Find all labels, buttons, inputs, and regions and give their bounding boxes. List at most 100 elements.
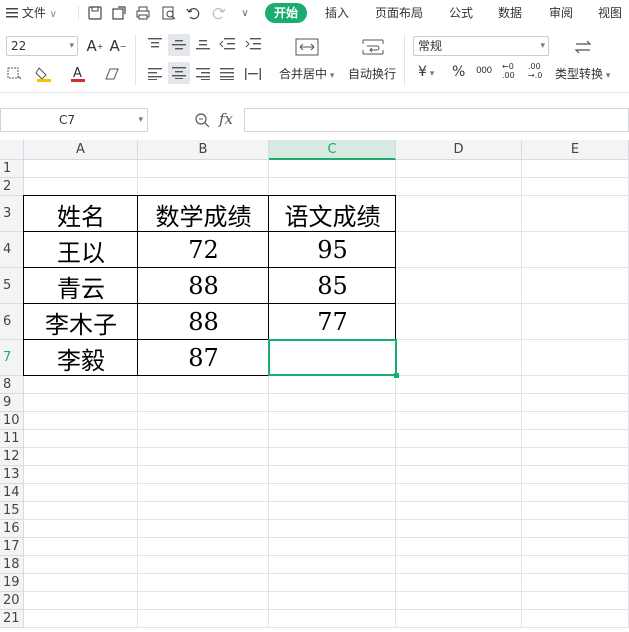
grid-cell[interactable] — [138, 556, 269, 574]
grid-cell[interactable] — [522, 574, 629, 592]
grid-cell[interactable] — [24, 610, 138, 628]
row-header[interactable]: 6 — [0, 304, 24, 340]
column-header-d[interactable]: D — [396, 140, 522, 160]
percent-format-button[interactable]: % — [452, 64, 465, 80]
grid-cell[interactable] — [396, 232, 522, 268]
font-color-icon[interactable]: A — [66, 64, 90, 84]
save-icon[interactable] — [86, 4, 104, 22]
align-bottom-icon[interactable] — [192, 34, 214, 54]
row-header[interactable]: 1 — [0, 160, 24, 178]
grid-cell[interactable] — [396, 304, 522, 340]
align-right-icon[interactable] — [192, 64, 214, 84]
wrap-text-button[interactable]: 自动换行 — [348, 65, 396, 82]
decrease-indent-icon[interactable] — [216, 34, 238, 54]
file-menu[interactable]: 文件 ∨ — [6, 0, 57, 26]
fill-handle[interactable] — [394, 373, 399, 378]
grid-cell[interactable] — [269, 610, 396, 628]
grid-cell[interactable] — [522, 340, 629, 376]
grid-cell[interactable] — [24, 394, 138, 412]
row-header[interactable]: 13 — [0, 466, 24, 484]
type-convert-button[interactable]: 类型转换 ▾ — [555, 65, 610, 82]
border-icon[interactable] — [4, 64, 26, 84]
table-cell[interactable]: 87 — [138, 340, 269, 376]
wrap-text-icon[interactable] — [358, 36, 388, 58]
grid-cell[interactable] — [396, 178, 522, 196]
grid-cell[interactable] — [396, 610, 522, 628]
grid-cell[interactable] — [396, 448, 522, 466]
merge-center-button[interactable]: 合并居中 ▾ — [279, 65, 334, 82]
grid-cell[interactable] — [522, 610, 629, 628]
grid-cell[interactable] — [396, 466, 522, 484]
row-header[interactable]: 7 — [0, 340, 24, 376]
grid-cell[interactable] — [24, 160, 138, 178]
active-cell-selection[interactable] — [268, 339, 397, 376]
row-header[interactable]: 9 — [0, 394, 24, 412]
column-header-a[interactable]: A — [24, 140, 138, 160]
table-header-cell[interactable]: 数学成绩 — [138, 196, 269, 232]
name-box[interactable]: C7 ▾ — [0, 108, 148, 132]
grid-cell[interactable] — [138, 502, 269, 520]
grid-cell[interactable] — [269, 466, 396, 484]
merge-center-icon[interactable] — [292, 36, 322, 58]
grid-cell[interactable] — [138, 412, 269, 430]
grid-cell[interactable] — [24, 574, 138, 592]
row-header[interactable]: 19 — [0, 574, 24, 592]
zoom-search-icon[interactable] — [192, 110, 212, 130]
grid-cell[interactable] — [396, 340, 522, 376]
table-cell[interactable]: 王以 — [24, 232, 138, 268]
grid-cell[interactable] — [269, 178, 396, 196]
grid-cell[interactable] — [138, 448, 269, 466]
grid-cell[interactable] — [522, 412, 629, 430]
grid-cell[interactable] — [522, 484, 629, 502]
grid-cell[interactable] — [138, 376, 269, 394]
align-middle-icon[interactable] — [168, 34, 190, 56]
tab-view[interactable]: 视图 — [598, 0, 622, 26]
grid-cell[interactable] — [522, 268, 629, 304]
grid-cell[interactable] — [24, 520, 138, 538]
row-header[interactable]: 12 — [0, 448, 24, 466]
distributed-align-icon[interactable] — [242, 64, 264, 84]
grid-cell[interactable] — [522, 448, 629, 466]
undo-icon[interactable] — [184, 4, 202, 22]
grid-cell[interactable] — [138, 574, 269, 592]
row-header[interactable]: 10 — [0, 412, 24, 430]
currency-format-button[interactable]: ¥ ▾ — [418, 64, 434, 80]
font-size-select[interactable]: 22 ▾ — [6, 36, 78, 56]
justify-icon[interactable] — [216, 64, 238, 84]
grid-cell[interactable] — [269, 538, 396, 556]
table-cell[interactable]: 72 — [138, 232, 269, 268]
grid-cell[interactable] — [522, 556, 629, 574]
grid-cell[interactable] — [138, 610, 269, 628]
grid-cell[interactable] — [522, 592, 629, 610]
decrease-decimal-button[interactable]: .00 →.0 — [528, 62, 548, 80]
row-header[interactable]: 3 — [0, 196, 24, 232]
grid-cell[interactable] — [24, 502, 138, 520]
grid-cell[interactable] — [396, 592, 522, 610]
formula-input[interactable] — [244, 108, 629, 132]
grid-cell[interactable] — [138, 160, 269, 178]
tab-page-layout[interactable]: 页面布局 — [375, 0, 423, 26]
table-cell[interactable]: 青云 — [24, 268, 138, 304]
grid-cell[interactable] — [24, 556, 138, 574]
grid-cell[interactable] — [522, 196, 629, 232]
fill-color-icon[interactable] — [32, 64, 58, 84]
grid-cell[interactable] — [396, 484, 522, 502]
grid-cell[interactable] — [396, 412, 522, 430]
grid-cell[interactable] — [269, 412, 396, 430]
grid-cell[interactable] — [396, 376, 522, 394]
column-header-e[interactable]: E — [522, 140, 629, 160]
table-cell[interactable]: 95 — [269, 232, 396, 268]
grid-cell[interactable] — [396, 430, 522, 448]
export-icon[interactable] — [110, 4, 128, 22]
table-header-cell[interactable]: 语文成绩 — [269, 196, 396, 232]
grid-cell[interactable] — [396, 394, 522, 412]
table-cell[interactable]: 88 — [138, 268, 269, 304]
grid-cell[interactable] — [396, 574, 522, 592]
grid-cell[interactable] — [138, 520, 269, 538]
grid-cell[interactable] — [396, 160, 522, 178]
print-icon[interactable] — [134, 4, 152, 22]
table-cell[interactable]: 85 — [269, 268, 396, 304]
grid-cell[interactable] — [138, 592, 269, 610]
row-header[interactable]: 21 — [0, 610, 24, 628]
grid-cell[interactable] — [522, 520, 629, 538]
